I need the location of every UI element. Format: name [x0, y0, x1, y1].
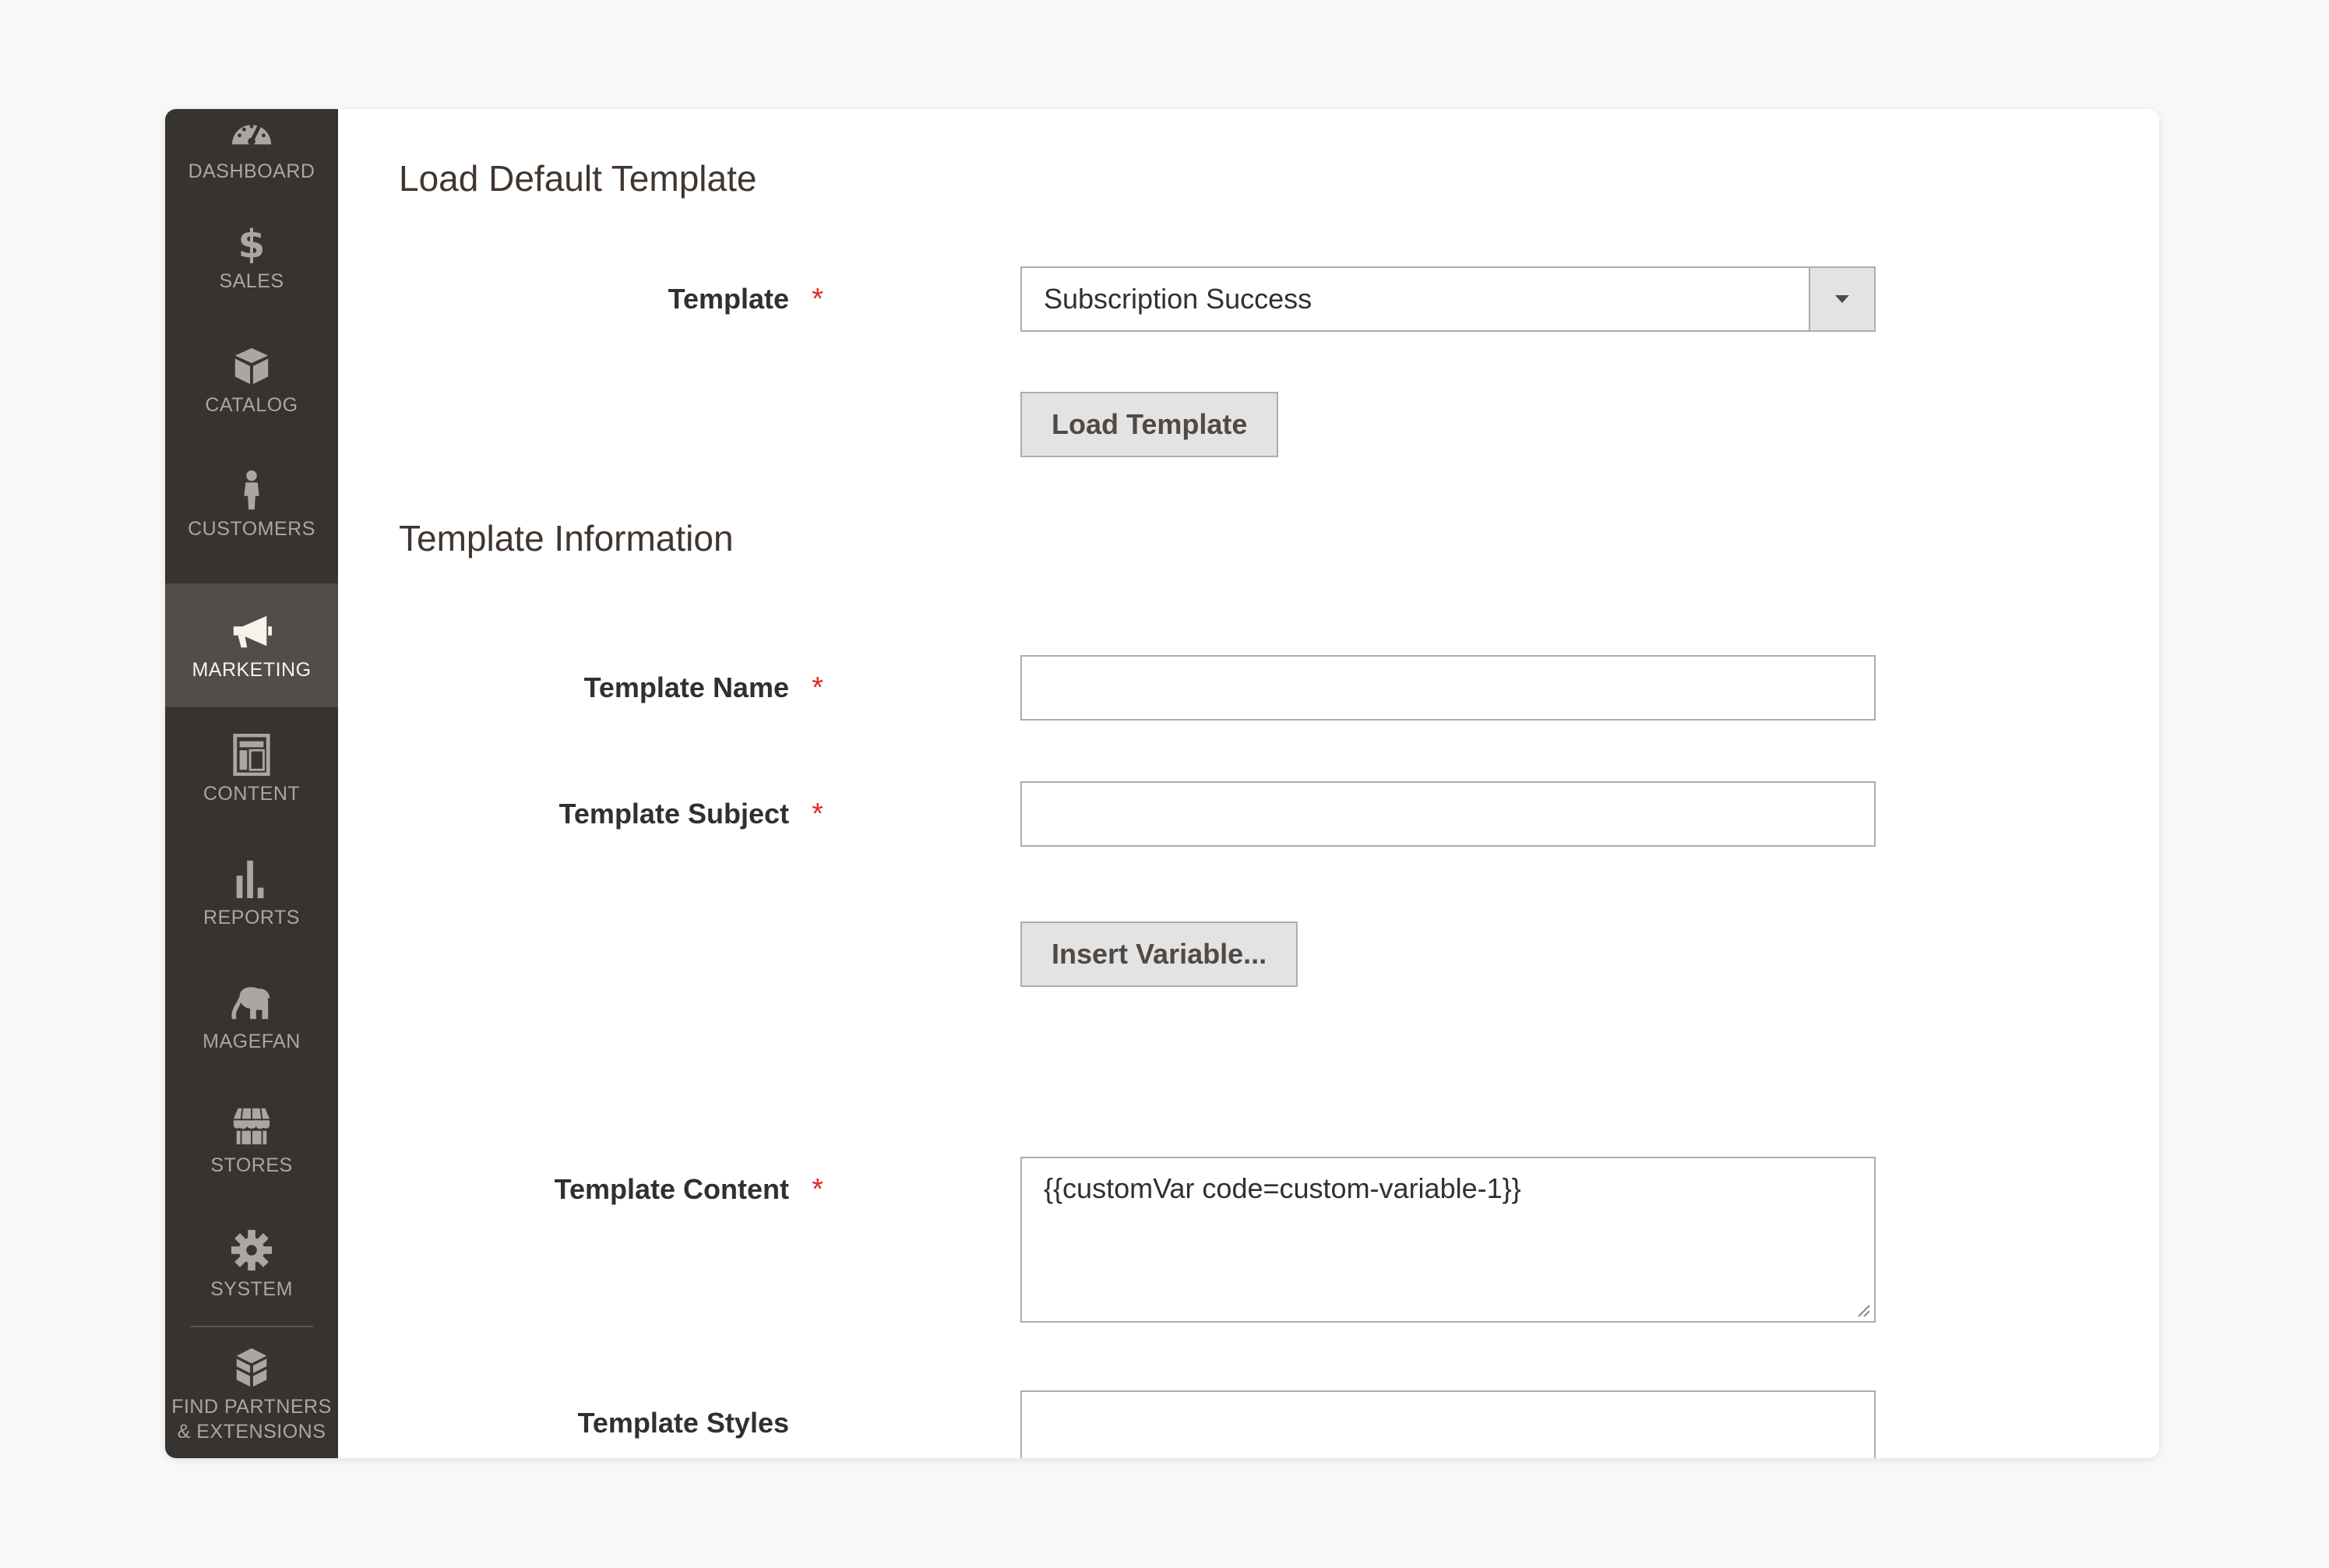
- template-content-textarea[interactable]: {{customVar code=custom-variable-1}}: [1020, 1157, 1876, 1323]
- template-styles-textarea[interactable]: [1020, 1390, 1876, 1458]
- required-marker: *: [812, 282, 823, 315]
- sidebar-item-system[interactable]: SYSTEM: [165, 1203, 338, 1327]
- gear-icon: [228, 1228, 275, 1272]
- template-select-value: Subscription Success: [1044, 283, 1312, 315]
- sidebar-item-label: STORES: [210, 1154, 293, 1176]
- template-content-label: Template Content *: [554, 1172, 823, 1206]
- sidebar-item-label: SYSTEM: [210, 1277, 293, 1300]
- template-styles-label: Template Styles: [577, 1407, 789, 1439]
- sidebar-item-label-line1: FIND PARTNERS: [171, 1396, 332, 1418]
- sidebar-item-label: DASHBOARD: [188, 160, 315, 182]
- required-marker: *: [812, 1172, 823, 1206]
- sidebar-divider: [190, 1326, 313, 1327]
- sidebar-item-content[interactable]: CONTENT: [165, 707, 338, 831]
- sidebar-item-magefan[interactable]: MAGEFAN: [165, 955, 338, 1079]
- sidebar-item-label-line2: & EXTENSIONS: [177, 1421, 326, 1443]
- box-icon: [228, 344, 275, 388]
- required-marker: *: [812, 671, 823, 704]
- resize-handle-icon[interactable]: [1855, 1302, 1871, 1318]
- blocks-icon: [228, 1346, 275, 1390]
- template-name-label: Template Name *: [583, 671, 823, 704]
- bar-chart-icon: [228, 857, 275, 900]
- admin-window: DASHBOARD $ SALES CATALOG CUSTOMERS MARK…: [165, 109, 2159, 1458]
- template-content-text: {{customVar code=custom-variable-1}}: [1044, 1172, 1521, 1204]
- template-subject-label: Template Subject *: [558, 797, 823, 830]
- template-subject-input[interactable]: [1020, 781, 1876, 847]
- svg-text:$: $: [238, 221, 266, 263]
- template-select[interactable]: Subscription Success: [1020, 266, 1876, 332]
- admin-sidebar: DASHBOARD $ SALES CATALOG CUSTOMERS MARK…: [165, 109, 338, 1458]
- dropdown-arrow-button[interactable]: [1809, 268, 1874, 330]
- template-name-input[interactable]: [1020, 655, 1876, 721]
- megaphone-icon: [228, 609, 275, 653]
- insert-variable-button[interactable]: Insert Variable...: [1020, 921, 1298, 987]
- sidebar-item-customers[interactable]: CUSTOMERS: [165, 442, 338, 566]
- sidebar-item-reports[interactable]: REPORTS: [165, 831, 338, 955]
- sidebar-item-label: CUSTOMERS: [188, 517, 315, 540]
- sidebar-item-find-partners[interactable]: FIND PARTNERS & EXTENSIONS: [165, 1332, 338, 1458]
- sidebar-item-label: CONTENT: [203, 782, 301, 805]
- section-title-load-default: Load Default Template: [399, 158, 757, 199]
- sidebar-item-stores[interactable]: STORES: [165, 1079, 338, 1203]
- layout-icon: [228, 733, 275, 777]
- required-marker: *: [812, 797, 823, 830]
- caret-down-icon: [1835, 295, 1849, 303]
- storefront-icon: [228, 1105, 275, 1148]
- section-title-template-info: Template Information: [399, 518, 734, 558]
- person-icon: [228, 468, 275, 512]
- main-content: Load Default Template Template * Subscri…: [338, 109, 2159, 1458]
- dashboard-gauge-icon: [228, 111, 275, 154]
- sidebar-item-label: REPORTS: [203, 906, 300, 928]
- template-field-label: Template *: [668, 282, 823, 315]
- sidebar-item-label: CATALOG: [205, 393, 298, 416]
- sidebar-item-dashboard[interactable]: DASHBOARD: [165, 109, 338, 195]
- sidebar-item-sales[interactable]: $ SALES: [165, 195, 338, 319]
- load-template-button[interactable]: Load Template: [1020, 392, 1279, 457]
- sidebar-item-label: MAGEFAN: [203, 1030, 301, 1052]
- sidebar-item-label: MARKETING: [192, 658, 312, 681]
- sidebar-item-catalog[interactable]: CATALOG: [165, 319, 338, 442]
- sidebar-item-label: SALES: [219, 270, 284, 292]
- dollar-icon: $: [228, 220, 275, 264]
- sidebar-item-marketing[interactable]: MARKETING: [165, 583, 338, 707]
- elephant-icon: [228, 981, 275, 1024]
